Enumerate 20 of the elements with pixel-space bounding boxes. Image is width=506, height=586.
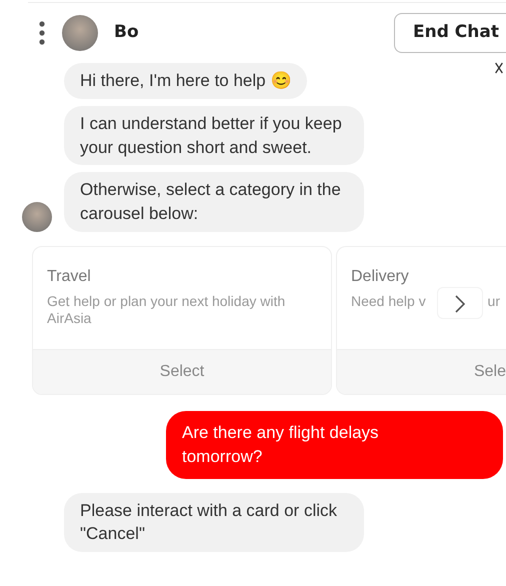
bot-message: Otherwise, select a category in the carousel below: bbox=[64, 172, 364, 232]
more-menu-icon[interactable] bbox=[38, 20, 46, 46]
close-icon[interactable] bbox=[494, 61, 504, 75]
card-description: Need help v bbox=[351, 292, 426, 311]
bot-message: Please interact with a card or click "Cancel" bbox=[64, 492, 364, 552]
card-description: Get help or plan your next holiday with AirAsia bbox=[47, 292, 286, 328]
card-description: ur bbox=[488, 292, 500, 311]
avatar bbox=[62, 15, 98, 51]
bot-message: I can understand better if you keep your question short and sweet. bbox=[64, 106, 364, 166]
end-chat-button[interactable]: End Chat bbox=[394, 13, 506, 53]
card-title: Travel bbox=[46, 266, 92, 287]
next-button[interactable] bbox=[437, 286, 483, 319]
user-message: Are there any flight delays tomorrow? bbox=[166, 410, 503, 479]
bot-message: Hi there, I'm here to help 😊 bbox=[64, 63, 308, 99]
select-button[interactable]: Select bbox=[33, 348, 331, 394]
select-button[interactable]: Sele bbox=[337, 348, 506, 394]
card-title: Delivery bbox=[350, 266, 410, 287]
chevron-right-icon bbox=[454, 294, 466, 314]
agent-name: Bo bbox=[114, 21, 139, 44]
avatar bbox=[22, 202, 52, 232]
